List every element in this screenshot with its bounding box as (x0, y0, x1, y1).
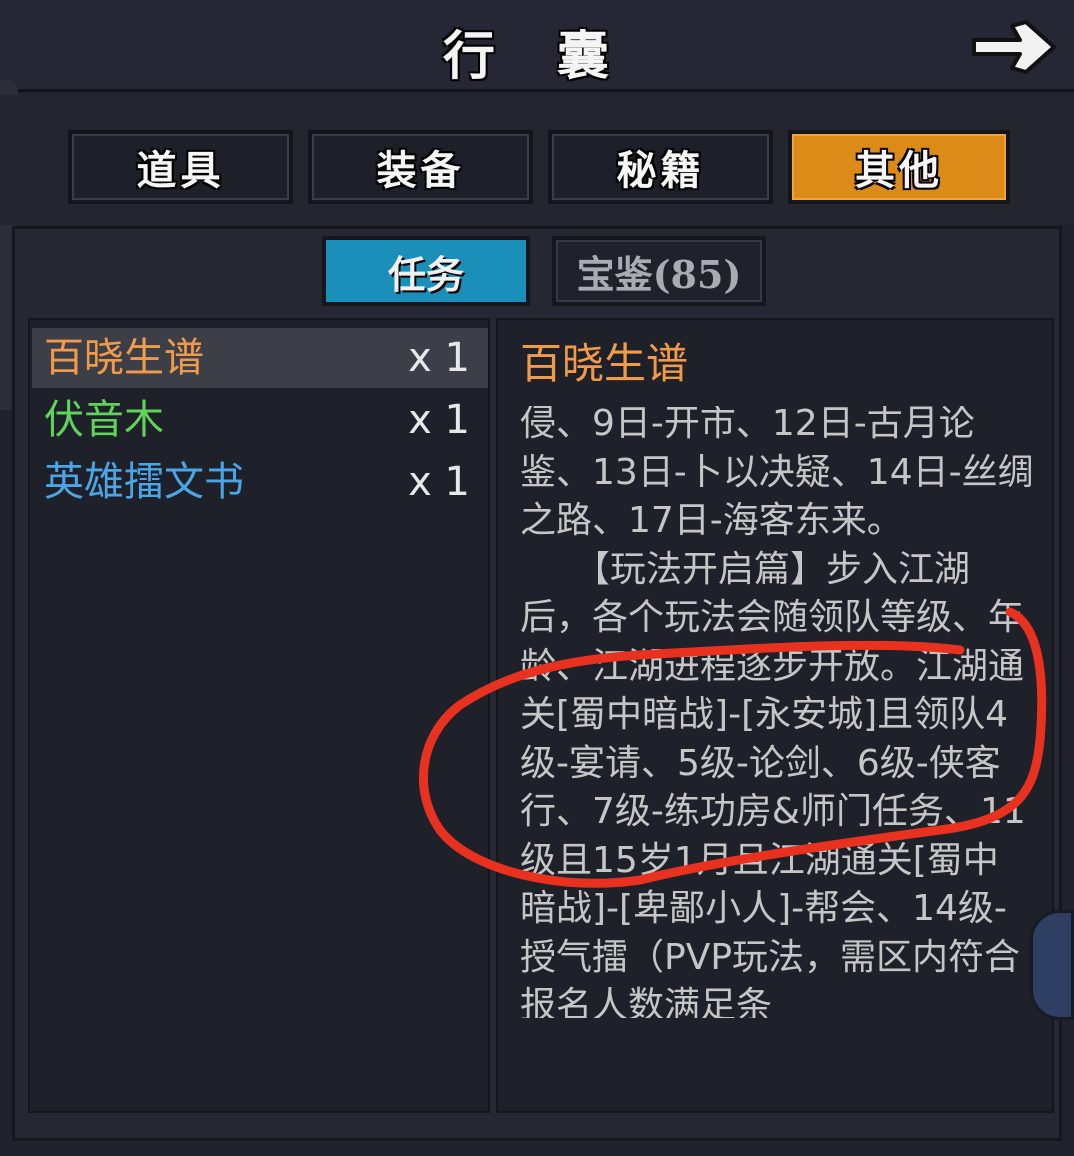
tab-items[interactable]: 道具 (68, 130, 293, 204)
subtab-treasure[interactable]: 宝鉴(85) (552, 236, 766, 306)
item-quantity: x 1 (408, 459, 470, 505)
title-bar: 行 囊 (0, 0, 1074, 92)
window-title: 行 囊 (442, 26, 632, 87)
item-name: 英雄擂文书 (44, 459, 244, 505)
detail-description: 侵、9日-开市、12日-古月论鉴、13日-卜以决疑、14日-丝绸之路、17日-海… (520, 406, 1034, 1018)
side-scroll-handle[interactable] (1030, 910, 1074, 1020)
detail-title: 百晓生谱 (520, 339, 689, 388)
subtab-quest[interactable]: 任务 (322, 236, 530, 306)
item-quantity: x 1 (408, 397, 470, 443)
list-item[interactable]: 百晓生谱 x 1 (32, 328, 488, 388)
item-list: 百晓生谱 x 1 伏音木 x 1 英雄擂文书 x 1 (28, 318, 490, 1113)
list-item[interactable]: 英雄擂文书 x 1 (32, 452, 488, 512)
item-quantity: x 1 (408, 335, 470, 381)
tab-other[interactable]: 其他 (788, 130, 1010, 204)
tab-manuals[interactable]: 秘籍 (548, 130, 773, 204)
item-name: 伏音木 (44, 397, 164, 443)
item-detail-panel: 百晓生谱 侵、9日-开市、12日-古月论鉴、13日-卜以决疑、14日-丝绸之路、… (496, 318, 1054, 1113)
detail-scroll-area[interactable]: 侵、9日-开市、12日-古月论鉴、13日-卜以决疑、14日-丝绸之路、17日-海… (520, 406, 1034, 1018)
item-name: 百晓生谱 (44, 335, 204, 381)
arrow-right-icon[interactable] (968, 14, 1060, 80)
tab-equipment[interactable]: 装备 (308, 130, 533, 204)
list-item[interactable]: 伏音木 x 1 (32, 390, 488, 450)
